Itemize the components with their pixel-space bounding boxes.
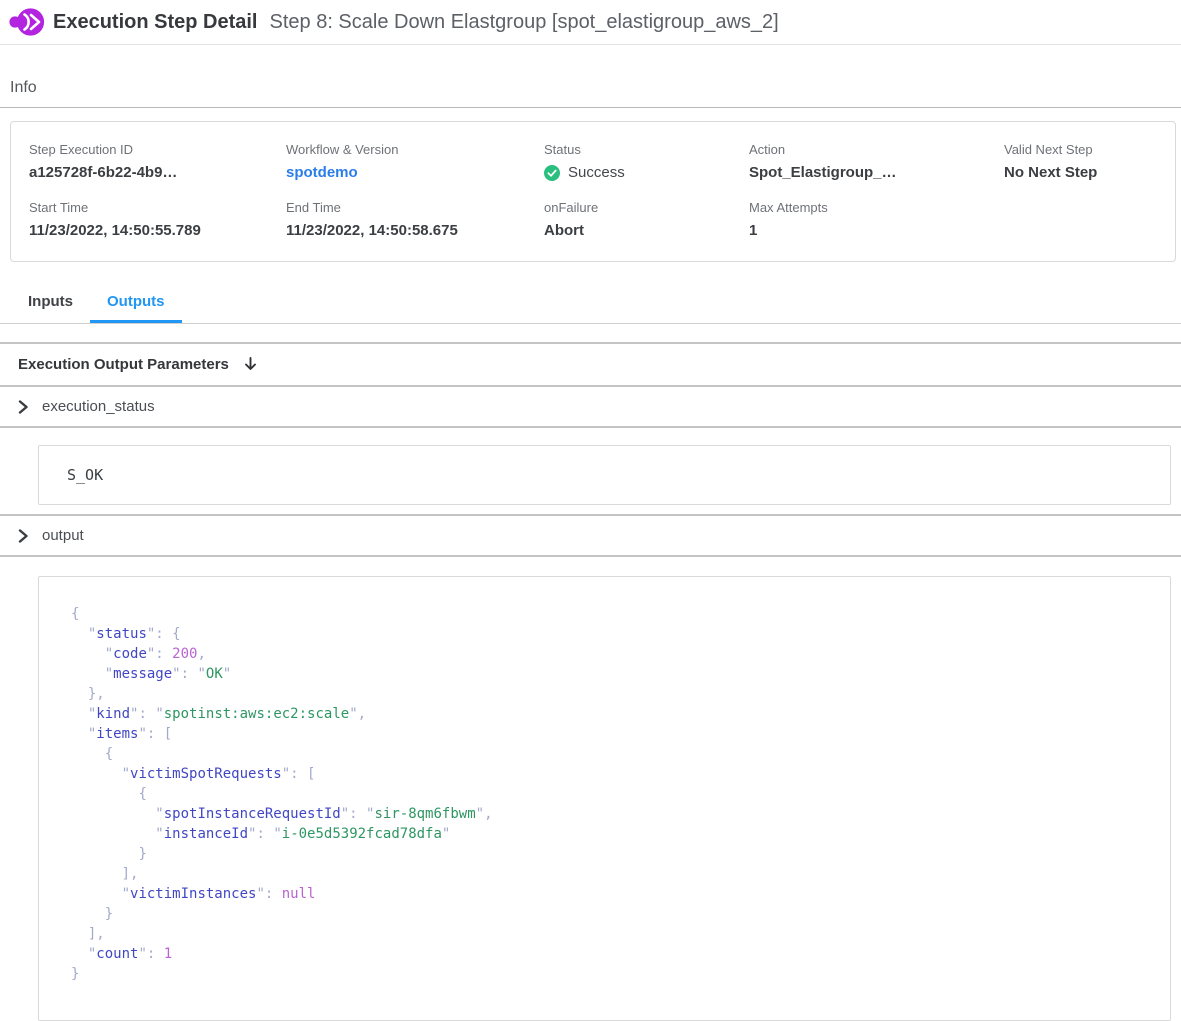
field-value: 11/23/2022, 14:50:55.789 xyxy=(29,222,286,239)
field-value: 11/23/2022, 14:50:58.675 xyxy=(286,222,544,239)
info-field-workflow-version: Workflow & Version spotdemo xyxy=(286,142,544,181)
field-value: Abort xyxy=(544,222,749,239)
page-title: Execution Step Detail xyxy=(53,11,258,34)
info-field-onfailure: onFailure Abort xyxy=(544,200,749,239)
output-parameters-header: Execution Output Parameters xyxy=(0,344,1181,387)
field-label: onFailure xyxy=(544,200,749,215)
field-value: a125728f-6b22-4b9… xyxy=(29,164,286,181)
app-header: Execution Step Detail Step 8: Scale Down… xyxy=(0,0,1181,45)
field-label: Max Attempts xyxy=(749,200,1004,215)
output-parameters-title: Execution Output Parameters xyxy=(18,356,229,373)
chevron-right-icon xyxy=(16,529,30,543)
field-label: Status xyxy=(544,142,749,157)
execution-status-value: S_OK xyxy=(67,466,103,484)
field-label: End Time xyxy=(286,200,544,215)
info-field-status: Status Success xyxy=(544,142,749,181)
success-check-icon xyxy=(544,165,560,181)
section-name: execution_status xyxy=(42,398,155,415)
section-row-output[interactable]: output xyxy=(0,516,1181,557)
info-section-heading: Info xyxy=(0,45,1181,108)
app-logo-icon xyxy=(9,7,45,37)
field-label: Workflow & Version xyxy=(286,142,544,157)
info-field-valid-next-step: Valid Next Step No Next Step xyxy=(1004,142,1175,181)
info-field-action: Action Spot_Elastigroup_… xyxy=(749,142,1004,181)
output-json-box: { "status": { "code": 200, "message": "O… xyxy=(38,576,1171,1021)
section-row-execution-status[interactable]: execution_status xyxy=(0,387,1181,428)
info-field-max-attempts: Max Attempts 1 xyxy=(749,200,1004,239)
field-value: spotdemo xyxy=(286,164,544,181)
tab-outputs[interactable]: Outputs xyxy=(90,284,182,323)
status-value: Success xyxy=(544,164,749,181)
info-field-empty xyxy=(1004,200,1175,239)
info-field-end-time: End Time 11/23/2022, 14:50:58.675 xyxy=(286,200,544,239)
field-label: Valid Next Step xyxy=(1004,142,1175,157)
field-label: Start Time xyxy=(29,200,286,215)
page-subtitle: Step 8: Scale Down Elastgroup [spot_elas… xyxy=(270,11,779,34)
field-value: Spot_Elastigroup_… xyxy=(749,164,1004,181)
chevron-right-icon xyxy=(16,400,30,414)
field-value: 1 xyxy=(749,222,1004,239)
info-field-step-execution-id: Step Execution ID a125728f-6b22-4b9… xyxy=(29,142,286,181)
field-label: Action xyxy=(749,142,1004,157)
info-field-start-time: Start Time 11/23/2022, 14:50:55.789 xyxy=(29,200,286,239)
workflow-link[interactable]: spotdemo xyxy=(286,164,358,181)
section-name: output xyxy=(42,527,84,544)
field-value: No Next Step xyxy=(1004,164,1175,181)
tab-inputs[interactable]: Inputs xyxy=(11,284,90,323)
download-icon[interactable] xyxy=(243,356,258,373)
json-output-viewer: { "status": { "code": 200, "message": "O… xyxy=(39,577,1170,1018)
field-label: Step Execution ID xyxy=(29,142,286,157)
tabs-bar: Inputs Outputs xyxy=(0,284,1181,324)
execution-status-value-box: S_OK xyxy=(38,445,1171,505)
info-card: Step Execution ID a125728f-6b22-4b9… Wor… xyxy=(10,121,1176,262)
status-text: Success xyxy=(568,164,625,181)
